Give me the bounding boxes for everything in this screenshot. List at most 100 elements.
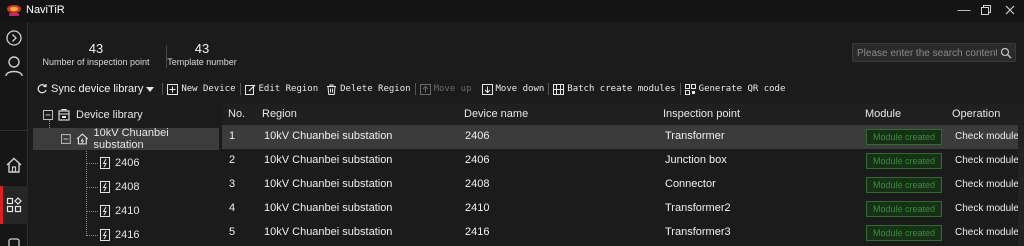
column-header-device-name[interactable]: Device name bbox=[464, 108, 528, 120]
toolbar: Sync device library New Device Edit Regi… bbox=[36, 80, 785, 98]
stat-value: 43 bbox=[194, 41, 210, 56]
check-module-link[interactable]: Check module bbox=[955, 227, 1019, 238]
column-header-inspection-point[interactable]: Inspection point bbox=[663, 108, 740, 120]
app-logo-icon bbox=[7, 5, 21, 16]
column-header-no[interactable]: No. bbox=[228, 108, 245, 120]
new-device-button[interactable]: New Device bbox=[167, 83, 236, 95]
module-created-badge: Module created bbox=[866, 201, 942, 217]
cell-inspection-point: Junction box bbox=[665, 154, 727, 166]
toolbar-separator bbox=[679, 83, 681, 95]
delete-region-label: Delete Region bbox=[340, 84, 411, 94]
restore-icon[interactable] bbox=[979, 3, 993, 17]
cell-device: 2408 bbox=[465, 178, 490, 190]
sync-device-library-button[interactable]: Sync device library bbox=[36, 83, 158, 95]
move-down-label: Move down bbox=[495, 84, 545, 94]
sync-label: Sync device library bbox=[51, 83, 144, 95]
tree-node-device[interactable]: 2416 bbox=[33, 224, 219, 246]
cell-no: 4 bbox=[229, 202, 236, 214]
table-scrollbar[interactable] bbox=[1018, 125, 1024, 246]
column-header-operation[interactable]: Operation bbox=[952, 108, 1000, 120]
dropdown-caret-icon bbox=[146, 87, 155, 92]
minimize-icon[interactable]: — bbox=[957, 3, 971, 17]
device-bolt-icon bbox=[100, 181, 110, 193]
device-tree: Device library 10kV Chuanbei substation … bbox=[33, 104, 219, 246]
table-row[interactable]: 1 10kV Chuanbei substation 2406 Transfor… bbox=[222, 125, 1024, 149]
table-row[interactable]: 2 10kV Chuanbei substation 2406 Junction… bbox=[222, 149, 1024, 173]
toolbar-separator bbox=[414, 83, 416, 95]
collapse-icon[interactable] bbox=[43, 110, 53, 120]
cell-region: 10kV Chuanbei substation bbox=[264, 130, 393, 142]
toolbar-separator bbox=[162, 83, 164, 95]
cell-region: 10kV Chuanbei substation bbox=[264, 178, 393, 190]
cell-inspection-point: Transformer bbox=[665, 130, 725, 142]
cell-device: 2406 bbox=[465, 130, 490, 142]
stat-label: Template number bbox=[167, 57, 237, 67]
check-module-link[interactable]: Check module bbox=[955, 155, 1019, 166]
cell-region: 10kV Chuanbei substation bbox=[264, 226, 393, 238]
plus-box-icon bbox=[167, 83, 179, 95]
device-bolt-icon bbox=[100, 229, 110, 241]
tree-label: 2416 bbox=[115, 229, 140, 241]
move-down-button[interactable]: Move down bbox=[481, 83, 545, 95]
tree-label: 10kV Chuanbei substation bbox=[93, 127, 169, 151]
cell-device: 2406 bbox=[465, 154, 490, 166]
tree-label: 2410 bbox=[115, 205, 140, 217]
toolbar-separator bbox=[548, 83, 550, 95]
close-icon[interactable] bbox=[1003, 3, 1017, 17]
tree-node-device-library[interactable]: Device library bbox=[33, 104, 219, 126]
module-created-badge: Module created bbox=[866, 225, 942, 241]
tree-node-substation[interactable]: 10kV Chuanbei substation bbox=[33, 127, 219, 151]
cell-inspection-point: Connector bbox=[665, 178, 716, 190]
move-up-button[interactable]: Move up bbox=[419, 83, 472, 95]
tree-node-device[interactable]: 2410 bbox=[33, 200, 219, 222]
delete-region-button[interactable]: Delete Region bbox=[326, 84, 411, 95]
table-row[interactable]: 5 10kV Chuanbei substation 2416 Transfor… bbox=[222, 221, 1024, 245]
active-indicator bbox=[0, 186, 3, 224]
module-created-badge: Module created bbox=[866, 129, 942, 145]
cell-inspection-point: Transformer2 bbox=[665, 202, 731, 214]
stat-value: 43 bbox=[88, 41, 104, 56]
column-header-module[interactable]: Module bbox=[865, 108, 901, 120]
table-row[interactable]: 3 10kV Chuanbei substation 2408 Connecto… bbox=[222, 173, 1024, 197]
table-header: No. Region Device name Inspection point … bbox=[222, 104, 1024, 125]
cell-no: 1 bbox=[229, 130, 236, 142]
toolbar-separator bbox=[239, 83, 241, 95]
library-icon bbox=[58, 109, 70, 121]
new-device-label: New Device bbox=[181, 84, 236, 94]
column-header-region[interactable]: Region bbox=[262, 108, 297, 120]
trash-icon bbox=[327, 84, 337, 95]
batch-create-modules-button[interactable]: Batch create modules bbox=[553, 83, 676, 95]
generate-qr-code-button[interactable]: Generate QR code bbox=[684, 83, 786, 95]
cell-no: 5 bbox=[229, 226, 236, 238]
check-module-link[interactable]: Check module bbox=[955, 179, 1019, 190]
stat-inspection-points: 43 Number of inspection point bbox=[36, 41, 156, 67]
generate-qr-label: Generate QR code bbox=[698, 84, 786, 94]
search-box[interactable] bbox=[852, 43, 1016, 62]
user-avatar-icon[interactable] bbox=[4, 55, 24, 77]
table-row[interactable]: 4 10kV Chuanbei substation 2410 Transfor… bbox=[222, 197, 1024, 221]
home-icon[interactable] bbox=[5, 156, 23, 174]
cell-no: 2 bbox=[229, 154, 236, 166]
search-icon[interactable] bbox=[1000, 47, 1012, 59]
device-bolt-icon bbox=[100, 157, 110, 169]
cell-region: 10kV Chuanbei substation bbox=[264, 154, 393, 166]
title-bar: NaviTiR — bbox=[0, 0, 1024, 22]
arrow-up-icon bbox=[419, 83, 431, 95]
app-title: NaviTiR bbox=[26, 4, 65, 16]
check-module-link[interactable]: Check module bbox=[955, 203, 1019, 214]
check-module-link[interactable]: Check module bbox=[955, 131, 1019, 142]
tree-label: 2406 bbox=[115, 157, 140, 169]
stat-label: Number of inspection point bbox=[42, 57, 150, 67]
stat-template-number: 43 Template number bbox=[164, 41, 240, 67]
edit-region-button[interactable]: Edit Region bbox=[244, 84, 318, 95]
settings-icon[interactable] bbox=[7, 238, 21, 246]
tree-node-device[interactable]: 2408 bbox=[33, 176, 219, 198]
collapse-icon[interactable] bbox=[61, 134, 71, 144]
search-input[interactable] bbox=[857, 46, 997, 60]
tree-label: Device library bbox=[76, 109, 143, 121]
modules-grid-icon bbox=[6, 197, 22, 213]
expand-chevron-icon[interactable] bbox=[5, 29, 23, 47]
arrow-down-icon bbox=[481, 83, 493, 95]
cell-device: 2416 bbox=[465, 226, 490, 238]
tree-node-device[interactable]: 2406 bbox=[33, 152, 219, 174]
